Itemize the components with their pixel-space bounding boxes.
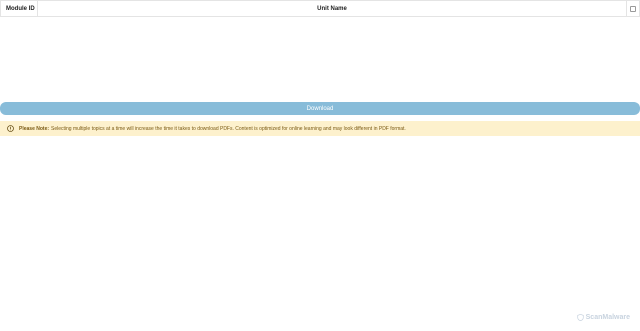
info-circle-icon [7,125,14,132]
column-header-unit-name[interactable]: Unit Name [38,1,627,16]
watermark: ScanMalware [576,314,630,321]
units-table-header: Module ID Unit Name [0,0,640,17]
note-text: Selecting multiple topics at a time will… [51,125,406,132]
column-header-module-id[interactable]: Module ID [1,1,38,16]
select-all-cell [627,1,639,16]
select-all-checkbox[interactable] [630,5,636,12]
shield-icon [576,314,584,321]
note-title: Please Note: [19,125,50,132]
download-button[interactable]: Download [0,102,640,115]
pdf-note-banner: Please Note: Selecting multiple topics a… [0,121,640,136]
watermark-text: ScanMalware [585,314,630,321]
